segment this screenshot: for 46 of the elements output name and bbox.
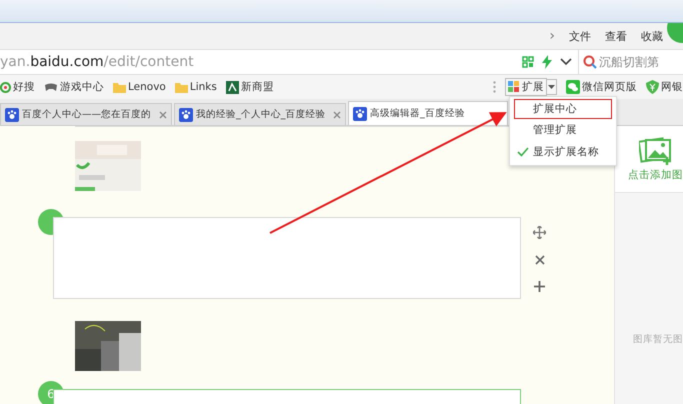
menu-item[interactable]: 显示扩展名称 xyxy=(510,141,616,163)
folder-icon xyxy=(113,82,126,92)
bookmark[interactable]: Links xyxy=(174,81,217,93)
drag-handle-icon[interactable] xyxy=(493,81,496,93)
shield-icon xyxy=(646,80,659,94)
search-icon xyxy=(583,55,597,69)
close-icon[interactable] xyxy=(159,110,167,118)
bookmark[interactable]: Lenovo xyxy=(113,81,166,93)
bookmark[interactable]: 游戏中心 xyxy=(44,80,104,94)
empty-gallery-text: 图库暂无图 xyxy=(632,333,683,346)
qr-code-icon[interactable] xyxy=(522,56,534,68)
bookmark[interactable]: 好搜 xyxy=(0,80,35,94)
paw-icon xyxy=(353,106,367,120)
dropdown-button[interactable] xyxy=(547,79,557,95)
search-field[interactable]: 沉船切割第 xyxy=(578,50,683,74)
bookmark[interactable]: 新商盟 xyxy=(226,80,274,94)
menu-item[interactable]: 文件 xyxy=(569,28,591,44)
paw-icon xyxy=(5,108,19,122)
plus-icon[interactable] xyxy=(534,281,545,292)
ring-icon xyxy=(0,82,11,92)
chevron-icon[interactable]: › xyxy=(549,28,555,44)
move-icon[interactable] xyxy=(533,226,546,239)
menu-item[interactable]: 查看 xyxy=(605,28,627,44)
puzzle-blocks-icon xyxy=(508,81,520,93)
lightning-icon[interactable] xyxy=(542,55,552,69)
browser-tab[interactable]: 高级编辑器_百度经验 xyxy=(348,101,508,125)
paw-icon xyxy=(179,108,193,122)
menu-item[interactable]: 收藏 xyxy=(641,28,663,44)
extensions-button[interactable]: 扩展 xyxy=(505,78,547,96)
caret-icon xyxy=(548,85,555,89)
app-logo-icon xyxy=(226,80,239,94)
close-icon[interactable] xyxy=(333,110,341,118)
browser-tab[interactable]: 百度个人中心——您在百度的 xyxy=(0,103,172,125)
close-icon[interactable] xyxy=(534,255,544,265)
address-field[interactable]: yan.baidu.com/edit/content xyxy=(0,54,522,70)
extension-item[interactable]: 网银 xyxy=(646,80,683,94)
chevron-down-icon[interactable] xyxy=(560,58,572,66)
menu-item[interactable]: 管理扩展 xyxy=(510,119,616,141)
folder-icon xyxy=(174,82,188,92)
chat-bubbles-icon xyxy=(566,80,580,94)
browser-tab[interactable]: 我的经验_个人中心_百度经验 xyxy=(174,103,346,125)
gamepad-icon xyxy=(44,82,58,92)
add-image-icon[interactable] xyxy=(639,136,673,164)
extension-item[interactable]: 微信网页版 xyxy=(566,80,637,94)
menu-item[interactable]: 扩展中心 xyxy=(514,99,612,119)
text-box[interactable] xyxy=(53,217,521,299)
